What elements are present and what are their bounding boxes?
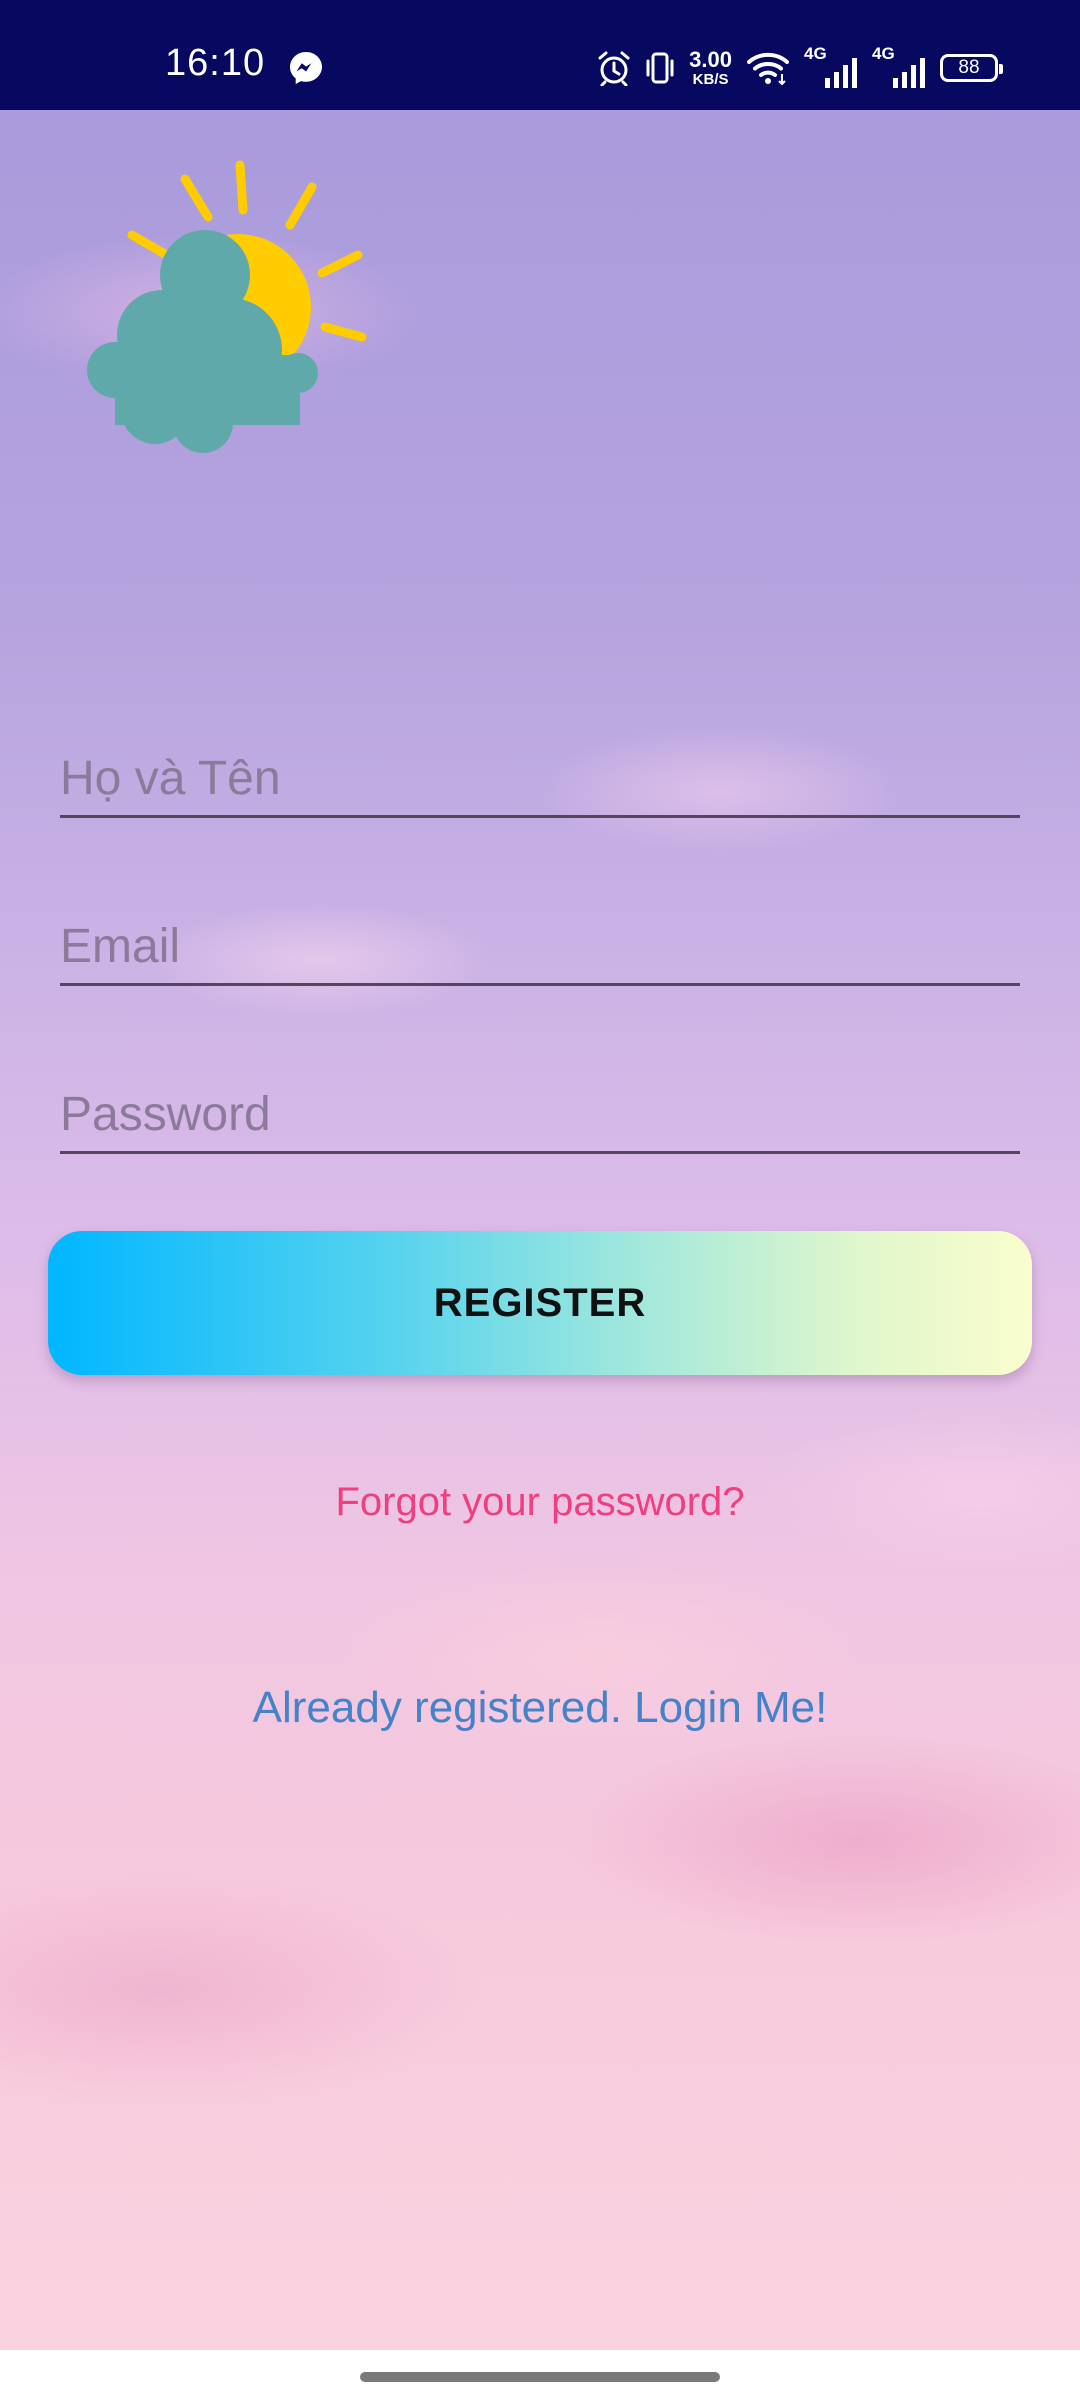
status-bar: 16:10 3.00 KB/S 4G 4G 88 [0,0,1080,110]
wifi-icon [747,52,789,86]
status-icons: 3.00 KB/S 4G 4G 88 [597,44,1003,92]
signal-icon [893,58,925,88]
email-input[interactable] [60,910,1020,986]
network-speed: 3.00 KB/S [689,47,732,88]
register-button[interactable]: REGISTER [48,1231,1032,1375]
status-time: 16:10 [165,42,266,84]
alarm-icon [598,51,630,86]
battery-level: 88 [958,57,980,78]
network-speed-value: 3.00 [689,47,732,72]
signal-icon [825,58,857,88]
login-link[interactable]: Already registered. Login Me! [0,1683,1080,1733]
messenger-icon [290,52,322,84]
network-speed-unit: KB/S [692,71,729,88]
password-input[interactable] [60,1078,1020,1154]
password-field[interactable] [60,1078,1020,1158]
email-field[interactable] [60,910,1020,990]
register-screen: 16:10 3.00 KB/S 4G 4G 88 Họ và Tên Email… [0,0,1080,2400]
vibrate-icon [646,52,674,84]
home-indicator[interactable] [360,2372,720,2382]
battery-icon: 88 [940,54,1003,82]
forgot-password-link[interactable]: Forgot your password? [0,1480,1080,1525]
full-name-input[interactable] [60,742,1020,818]
sim2-signal: 4G [872,44,926,88]
partly-cloudy-icon [87,160,367,453]
full-name-field[interactable] [60,742,1020,822]
sim1-signal: 4G [804,44,858,88]
